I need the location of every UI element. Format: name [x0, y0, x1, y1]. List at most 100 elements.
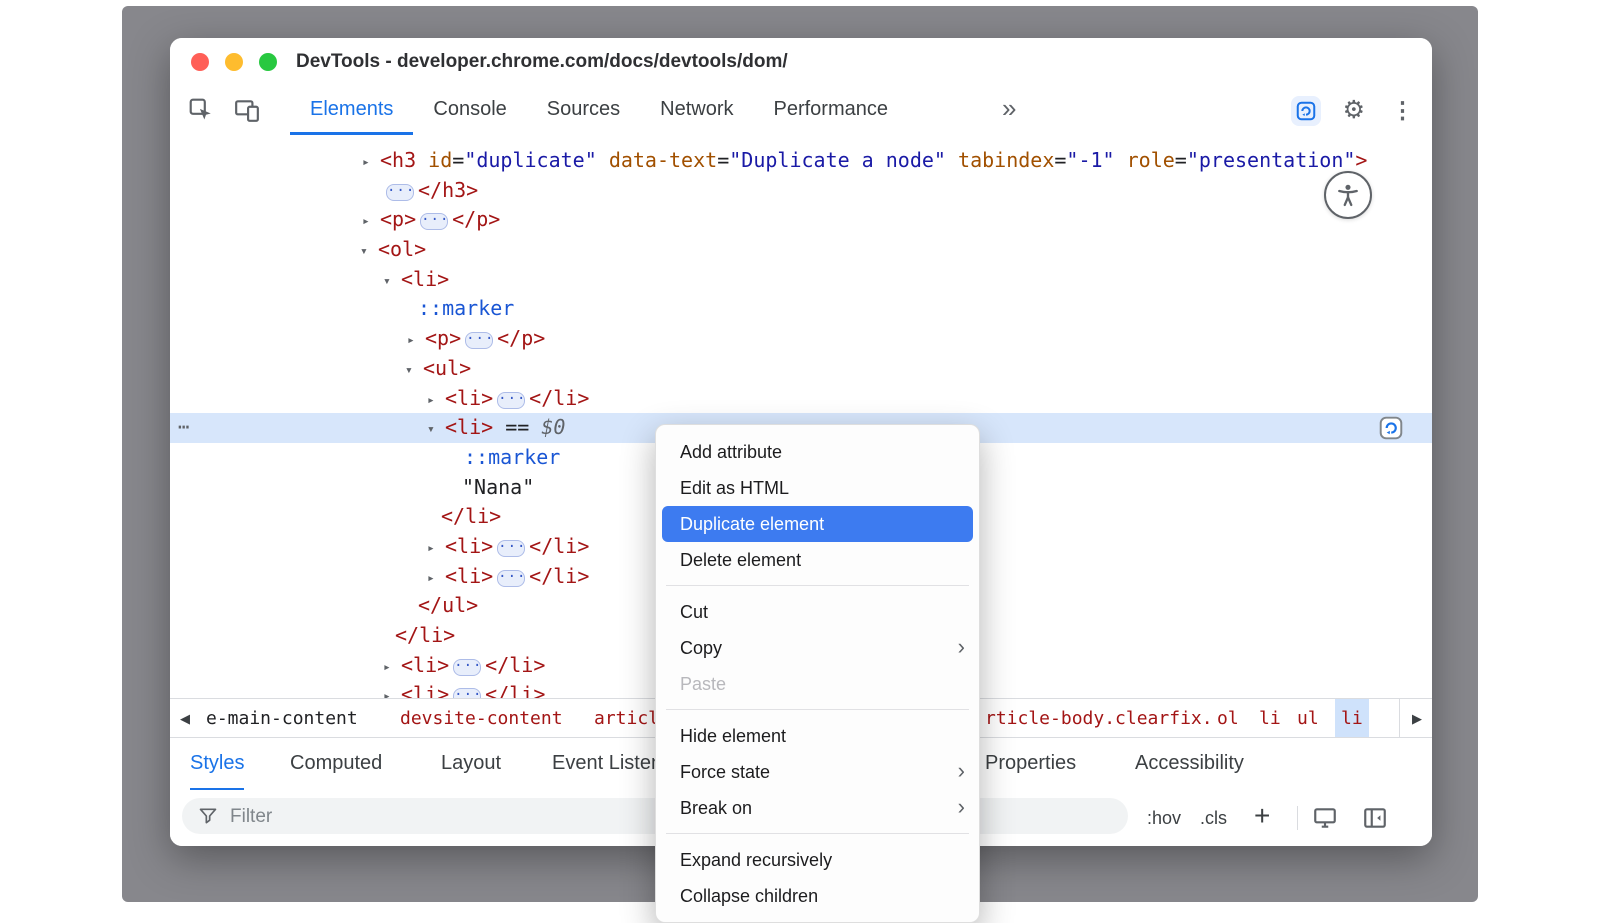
expand-arrow-collapsed-icon[interactable]: ▸ [362, 148, 380, 178]
menu-item-copy[interactable]: Copy› [656, 630, 979, 666]
breadcrumb-item-ol[interactable]: ol [1217, 699, 1239, 738]
inline-expand-icon[interactable]: ··· [497, 570, 525, 587]
expand-arrow-collapsed-icon[interactable]: ▸ [362, 207, 380, 237]
inline-expand-icon[interactable]: ··· [497, 540, 525, 557]
expand-arrow-open-icon[interactable]: ▾ [405, 356, 423, 386]
inline-expand-icon[interactable]: ··· [453, 688, 481, 698]
dom-node[interactable]: ▾<ol> [170, 235, 1432, 265]
menu-item-break-on[interactable]: Break on› [656, 790, 979, 826]
menu-item-edit-as-html[interactable]: Edit as HTML [656, 470, 979, 506]
scroll-badge-icon[interactable] [1378, 415, 1404, 441]
token-tag: </li> [529, 386, 589, 410]
toggle-hover-state-button[interactable]: :hov [1147, 790, 1181, 846]
window-title: DevTools - developer.chrome.com/docs/dev… [296, 38, 788, 86]
kebab-menu-icon[interactable]: ⋮ [1387, 99, 1418, 122]
token-attr: role [1127, 148, 1175, 172]
token-tag: > [1355, 148, 1367, 172]
breadcrumb-scroll-left-icon[interactable]: ◀ [172, 699, 198, 738]
settings-gear-icon[interactable]: ⚙ [1343, 98, 1365, 123]
expand-arrow-collapsed-icon[interactable]: ▸ [383, 682, 401, 698]
dom-node[interactable]: ▾<ul> [170, 354, 1432, 384]
expand-arrow-open-icon[interactable]: ▾ [360, 237, 378, 267]
sidebar-tab-accessibility[interactable]: Accessibility [1135, 738, 1244, 791]
inline-expand-icon[interactable]: ··· [386, 184, 414, 201]
dom-node[interactable]: ▸<li>···</li> [170, 384, 1432, 414]
device-toolbar-icon[interactable] [234, 97, 260, 123]
token-tag: </li> [441, 504, 501, 528]
inline-expand-icon[interactable]: ··· [453, 659, 481, 676]
sidebar-tab-styles[interactable]: Styles [190, 738, 244, 791]
token-attr: tabindex [958, 148, 1054, 172]
token-tag: </h3> [418, 178, 478, 202]
tab-elements[interactable]: Elements [290, 86, 413, 135]
expand-arrow-collapsed-icon[interactable]: ▸ [427, 564, 445, 594]
dom-node[interactable]: ▸<p>···</p> [170, 324, 1432, 354]
more-tabs-icon[interactable]: » [988, 86, 1030, 132]
menu-item-delete-element[interactable]: Delete element [656, 542, 979, 578]
toggle-class-button[interactable]: .cls [1200, 790, 1227, 846]
token-tag: <p> [380, 207, 416, 231]
element-capture-icon[interactable] [1291, 96, 1321, 126]
breadcrumb-item-li[interactable]: li [1259, 699, 1281, 738]
dom-node[interactable]: ▸<h3 id="duplicate" data-text="Duplicate… [170, 146, 1432, 176]
row-more-actions-icon[interactable]: ⋯ [178, 413, 189, 443]
sidebar-tab-computed[interactable]: Computed [290, 738, 382, 791]
menu-item-force-state[interactable]: Force state› [656, 754, 979, 790]
breadcrumb-item-li[interactable]: li [1335, 699, 1369, 738]
inspect-element-icon[interactable] [188, 97, 214, 123]
token-plain [1115, 148, 1127, 172]
menu-item-collapse-children[interactable]: Collapse children [656, 878, 979, 914]
expand-arrow-open-icon[interactable]: ▾ [427, 415, 445, 445]
menu-item-duplicate-element[interactable]: Duplicate element [662, 506, 973, 542]
expand-arrow-collapsed-icon[interactable]: ▸ [427, 534, 445, 564]
expand-arrow-collapsed-icon[interactable]: ▸ [383, 653, 401, 683]
new-style-rule-button[interactable]: + [1254, 790, 1270, 846]
dom-node[interactable]: ▾<li> [170, 265, 1432, 295]
breadcrumb-item-e-main-content[interactable]: e-main-content [206, 699, 358, 738]
breadcrumb-item-devsite-content[interactable]: devsite-content [400, 699, 563, 738]
expand-arrow-collapsed-icon[interactable]: ▸ [407, 326, 425, 356]
token-plain [416, 148, 428, 172]
expand-arrow-open-icon[interactable]: ▾ [383, 267, 401, 297]
minimize-window-button[interactable] [225, 53, 243, 71]
breadcrumb-scroll-right-icon[interactable]: ▶ [1399, 699, 1430, 738]
rendering-monitor-icon[interactable] [1312, 805, 1338, 831]
tab-network[interactable]: Network [640, 86, 753, 135]
tab-console[interactable]: Console [413, 86, 526, 135]
dom-node[interactable]: ···</h3> [170, 176, 1432, 206]
menu-item-expand-recursively[interactable]: Expand recursively [656, 842, 979, 878]
token-attr: id [428, 148, 452, 172]
inline-expand-icon[interactable]: ··· [465, 332, 493, 349]
tab-performance[interactable]: Performance [754, 86, 909, 135]
styles-filter-input[interactable] [228, 800, 632, 834]
token-plain: = [717, 148, 729, 172]
breadcrumb-item-rticle-body-clearfix-[interactable]: rticle-body.clearfix. [985, 699, 1213, 738]
token-tag: <li> [445, 415, 493, 439]
token-plain: = [1054, 148, 1066, 172]
zoom-window-button[interactable] [259, 53, 277, 71]
inline-expand-icon[interactable]: ··· [497, 392, 525, 409]
dom-node[interactable]: ▸<p>···</p> [170, 205, 1432, 235]
menu-item-add-attribute[interactable]: Add attribute [656, 434, 979, 470]
token-plain: "Nana" [462, 475, 534, 499]
token-plain: = [1175, 148, 1187, 172]
toggle-sidebar-panel-icon[interactable] [1362, 805, 1388, 831]
token-val: "Duplicate a node" [729, 148, 946, 172]
menu-item-cut[interactable]: Cut [656, 594, 979, 630]
token-dollar: $0 [541, 415, 565, 439]
dom-node[interactable]: ::marker [170, 294, 1432, 324]
menu-separator [666, 833, 969, 834]
sidebar-tab-layout[interactable]: Layout [441, 738, 501, 791]
inline-expand-icon[interactable]: ··· [420, 213, 448, 230]
expand-arrow-collapsed-icon[interactable]: ▸ [427, 386, 445, 416]
breadcrumb-item-ul[interactable]: ul [1297, 699, 1319, 738]
filterbar-divider [1297, 806, 1298, 830]
close-window-button[interactable] [191, 53, 209, 71]
token-val: "duplicate" [464, 148, 596, 172]
tab-sources[interactable]: Sources [527, 86, 640, 135]
token-tag: </li> [485, 682, 545, 698]
token-val: "-1" [1066, 148, 1114, 172]
devtools-toolbar: ElementsConsoleSourcesNetworkPerformance… [170, 86, 1432, 136]
sidebar-tab-properties[interactable]: Properties [985, 738, 1076, 791]
menu-item-hide-element[interactable]: Hide element [656, 718, 979, 754]
